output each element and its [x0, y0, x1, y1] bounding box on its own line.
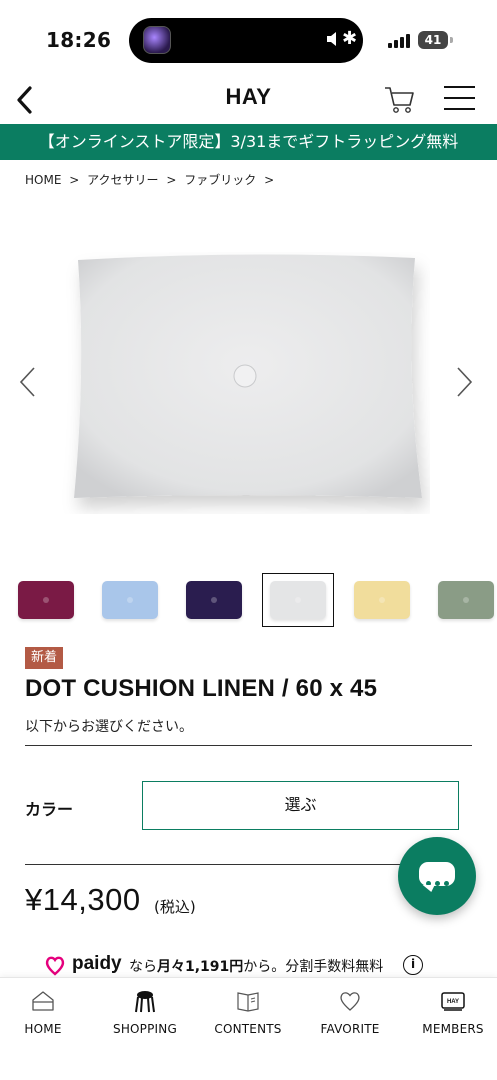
speaker-icon [327, 32, 336, 46]
select-prompt: 以下からお選びください。 [25, 719, 193, 735]
thumbnail-image [438, 581, 494, 619]
nav-label: SHOPPING [113, 1022, 177, 1036]
dynamic-island: ✱ [129, 18, 363, 63]
battery-icon: 41 [418, 31, 448, 49]
status-time: 18:26 [46, 28, 112, 52]
status-bar: 18:26 ✱ 41 [0, 0, 497, 76]
breadcrumb-separator: > [69, 173, 80, 187]
nav-home[interactable]: HOME [0, 988, 93, 1036]
nav-shopping[interactable]: SHOPPING [95, 988, 195, 1036]
home-icon [32, 991, 54, 1011]
info-icon[interactable]: i [403, 955, 423, 975]
breadcrumb: HOME > アクセサリー > ファブリック > [25, 171, 278, 188]
bluetooth-icon: ✱ [342, 28, 358, 49]
color-thumbnail[interactable] [262, 573, 334, 627]
hamburger-menu-icon[interactable] [442, 84, 476, 112]
breadcrumb-fabric[interactable]: ファブリック [184, 173, 256, 187]
breadcrumb-separator: > [264, 173, 275, 187]
thumbnail-image [18, 581, 74, 619]
color-label: カラー [25, 800, 74, 819]
product-image-carousel[interactable] [0, 200, 497, 558]
new-badge: 新着 [25, 647, 64, 669]
divider [25, 745, 472, 746]
product-main-image [74, 254, 422, 498]
nav-favorite[interactable]: FAVORITE [300, 988, 400, 1036]
nav-members[interactable]: HAY MEMBERS [403, 988, 497, 1036]
svg-text:HAY: HAY [447, 999, 459, 1005]
color-thumbnail[interactable] [94, 573, 166, 627]
chat-button[interactable] [398, 837, 476, 915]
carousel-prev-icon[interactable] [16, 364, 40, 400]
thumbnail-strip [0, 566, 497, 632]
cushion-button [233, 364, 257, 388]
promo-banner[interactable]: 【オンラインストア限定】3/31までギフトラッピング無料 [0, 124, 497, 160]
color-thumbnail[interactable] [178, 573, 250, 627]
tax-note: (税込) [154, 898, 196, 916]
color-select-button[interactable]: 選ぶ [142, 781, 459, 830]
price: ¥14,300 [25, 882, 141, 917]
nav-label: MEMBERS [422, 1022, 484, 1036]
breadcrumb-accessories[interactable]: アクセサリー [87, 173, 158, 187]
thumbnail-image [186, 581, 242, 619]
battery-cap [450, 37, 453, 43]
chat-bubble-icon [419, 862, 455, 886]
cellular-signal-icon [388, 34, 412, 48]
hay-logo[interactable]: HAY [0, 84, 497, 110]
heart-icon [340, 992, 360, 1011]
color-thumbnail[interactable] [346, 573, 418, 627]
product-title: DOT CUSHION LINEN / 60 x 45 [25, 675, 378, 702]
color-thumbnail[interactable] [10, 573, 82, 627]
now-playing-app-icon [143, 26, 171, 54]
carousel-next-icon[interactable] [452, 364, 476, 400]
nav-contents[interactable]: CONTENTS [198, 988, 298, 1036]
paidy-logo-icon [45, 956, 65, 976]
nav-label: FAVORITE [320, 1022, 380, 1036]
member-card-icon: HAY [441, 992, 465, 1011]
bottom-navigation: HOME SHOPPING CONTENTS FAVORITE HAY MEMB… [0, 977, 497, 1080]
book-icon [237, 992, 259, 1012]
chair-icon [135, 991, 155, 1013]
breadcrumb-separator: > [166, 173, 177, 187]
cart-icon[interactable] [383, 81, 417, 115]
nav-label: HOME [24, 1022, 62, 1036]
paidy-brand: paidy [72, 953, 122, 974]
site-header: HAY [0, 76, 497, 124]
breadcrumb-home[interactable]: HOME [25, 173, 61, 187]
nav-label: CONTENTS [214, 1022, 282, 1036]
thumbnail-image [102, 581, 158, 619]
thumbnail-image [354, 581, 410, 619]
color-thumbnail[interactable] [430, 573, 497, 627]
paidy-text: なら月々1,191円から。分割手数料無料 [129, 959, 384, 975]
thumbnail-image [270, 581, 326, 619]
